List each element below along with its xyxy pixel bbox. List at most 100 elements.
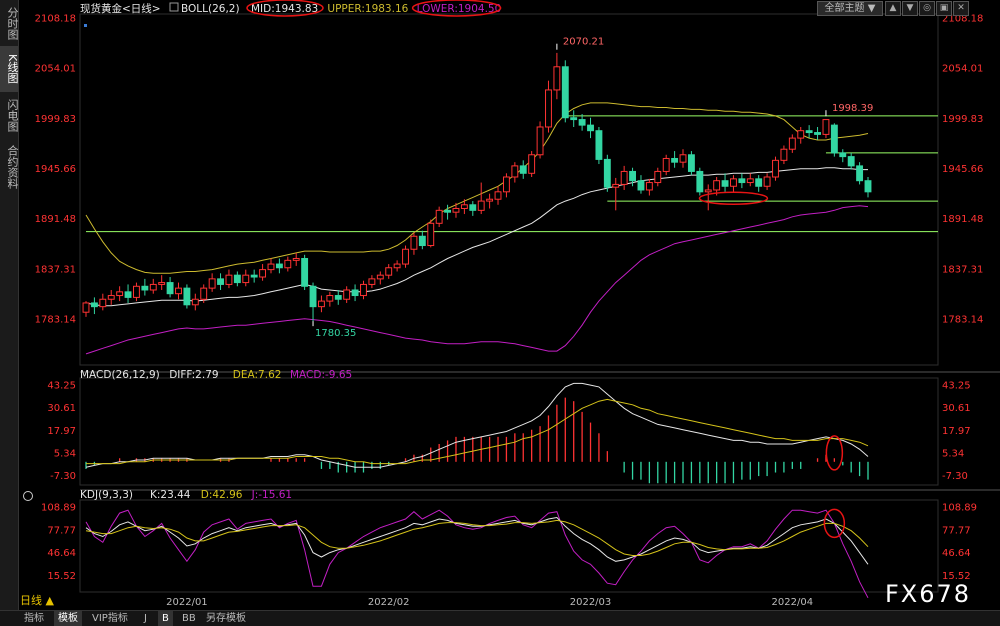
candle-body	[368, 278, 376, 285]
candle-body	[267, 263, 275, 271]
candle	[301, 254, 309, 290]
candle-body	[90, 302, 98, 308]
candle-body	[494, 191, 502, 200]
candle	[612, 177, 620, 211]
candle	[309, 282, 317, 322]
candle	[805, 125, 813, 139]
x-tick-label: 2022/01	[166, 597, 208, 608]
candle	[99, 293, 107, 311]
theme-select[interactable]: 全部主题 ▼	[817, 1, 883, 16]
candle-body	[351, 289, 359, 297]
candle-body	[469, 204, 477, 211]
candle-body	[839, 152, 847, 158]
candle-body	[376, 274, 384, 280]
candle-body	[133, 285, 140, 298]
tab-templates[interactable]: 模板	[54, 611, 82, 626]
candle	[452, 202, 460, 218]
tab-flash[interactable]: 闪电图	[0, 92, 19, 138]
candle-body	[452, 207, 460, 213]
candle-body	[82, 302, 90, 313]
candle-body	[183, 287, 191, 306]
candle	[536, 121, 544, 159]
tab-save-template[interactable]: 另存模板	[202, 611, 250, 626]
candle-body	[587, 124, 594, 132]
candle	[158, 275, 166, 290]
window-icon[interactable]: ▣	[936, 1, 952, 16]
watermark-logo: FX678	[885, 580, 972, 608]
left-tab-bar: 分时图 K线图 闪电图 合约资料	[0, 0, 19, 610]
candle-body	[713, 180, 721, 191]
candle	[561, 60, 569, 123]
candle-body	[309, 285, 317, 308]
candle-body	[814, 132, 821, 135]
candle	[570, 110, 578, 127]
candle	[696, 167, 704, 196]
tab-bb[interactable]: BB	[178, 611, 200, 626]
scroll-up-button[interactable]: ▲	[885, 1, 901, 16]
tab-indicators[interactable]: 指标	[20, 611, 48, 626]
bottom-toolbar: 指标 模板 VIP指标 J B BB 另存模板	[0, 610, 1000, 626]
tab-timeshare[interactable]: 分时图	[0, 0, 19, 46]
kdj-tick-left-2: 46.64	[47, 548, 76, 559]
candle-body	[166, 282, 174, 295]
candle	[460, 199, 468, 215]
price-tick-left-6: 1783.14	[35, 315, 76, 326]
close-icon[interactable]: ✕	[953, 1, 969, 16]
candle-body	[654, 170, 662, 184]
macd-tick-right-0: 43.25	[942, 381, 971, 392]
candle-body	[805, 130, 813, 134]
candle	[242, 269, 250, 287]
settings-icon[interactable]	[23, 491, 33, 501]
candle	[519, 160, 527, 179]
candle	[469, 201, 477, 216]
candle-body	[738, 178, 746, 184]
tab-contract-info[interactable]: 合约资料	[0, 138, 19, 196]
candle-body	[317, 300, 325, 308]
tab-kline[interactable]: K线图	[0, 46, 19, 92]
candle	[360, 280, 367, 300]
candle	[284, 256, 292, 272]
candle-body	[847, 156, 855, 167]
candle-body	[511, 165, 519, 178]
legend-upper: UPPER:1983.16	[327, 3, 408, 15]
candle-body	[755, 178, 763, 187]
legend-j: J:-15.61	[251, 489, 292, 501]
candle-body	[687, 154, 695, 172]
candle	[788, 134, 796, 153]
candle	[679, 149, 687, 168]
candle-body	[528, 154, 536, 174]
candle-body	[595, 130, 603, 160]
candle-body	[730, 178, 737, 187]
macd-tick-right-4: -7.30	[942, 471, 968, 482]
candle-body	[427, 222, 435, 247]
scroll-down-button[interactable]: ▼	[902, 1, 918, 16]
candle-body	[343, 289, 351, 300]
tab-b[interactable]: B	[158, 611, 173, 626]
panel-frame-2	[79, 499, 939, 593]
tab-j[interactable]: J	[140, 611, 151, 626]
candle	[275, 258, 283, 274]
candle	[545, 80, 552, 133]
candle-body	[645, 182, 653, 191]
candle-body	[772, 159, 779, 178]
period-selector[interactable]: 日线 ▲	[20, 594, 54, 608]
candle	[671, 151, 679, 168]
candle-body	[418, 235, 426, 247]
candle	[587, 117, 594, 139]
target-icon[interactable]: ◎	[919, 1, 935, 16]
candle-body	[200, 287, 208, 300]
candle-body	[191, 298, 199, 306]
candle	[225, 269, 233, 289]
price-tick-left-2: 1999.83	[35, 114, 76, 125]
candle	[334, 289, 342, 305]
candle	[116, 286, 124, 302]
tab-vip-indicators[interactable]: VIP指标	[88, 611, 132, 626]
panel-frame-1	[79, 377, 939, 486]
candle	[385, 264, 393, 279]
macd-tick-right-2: 17.97	[942, 426, 971, 437]
candle	[183, 284, 191, 309]
candle	[486, 193, 494, 209]
candle-body	[502, 176, 510, 193]
candle	[553, 52, 561, 100]
boll-series-lower	[85, 205, 869, 355]
